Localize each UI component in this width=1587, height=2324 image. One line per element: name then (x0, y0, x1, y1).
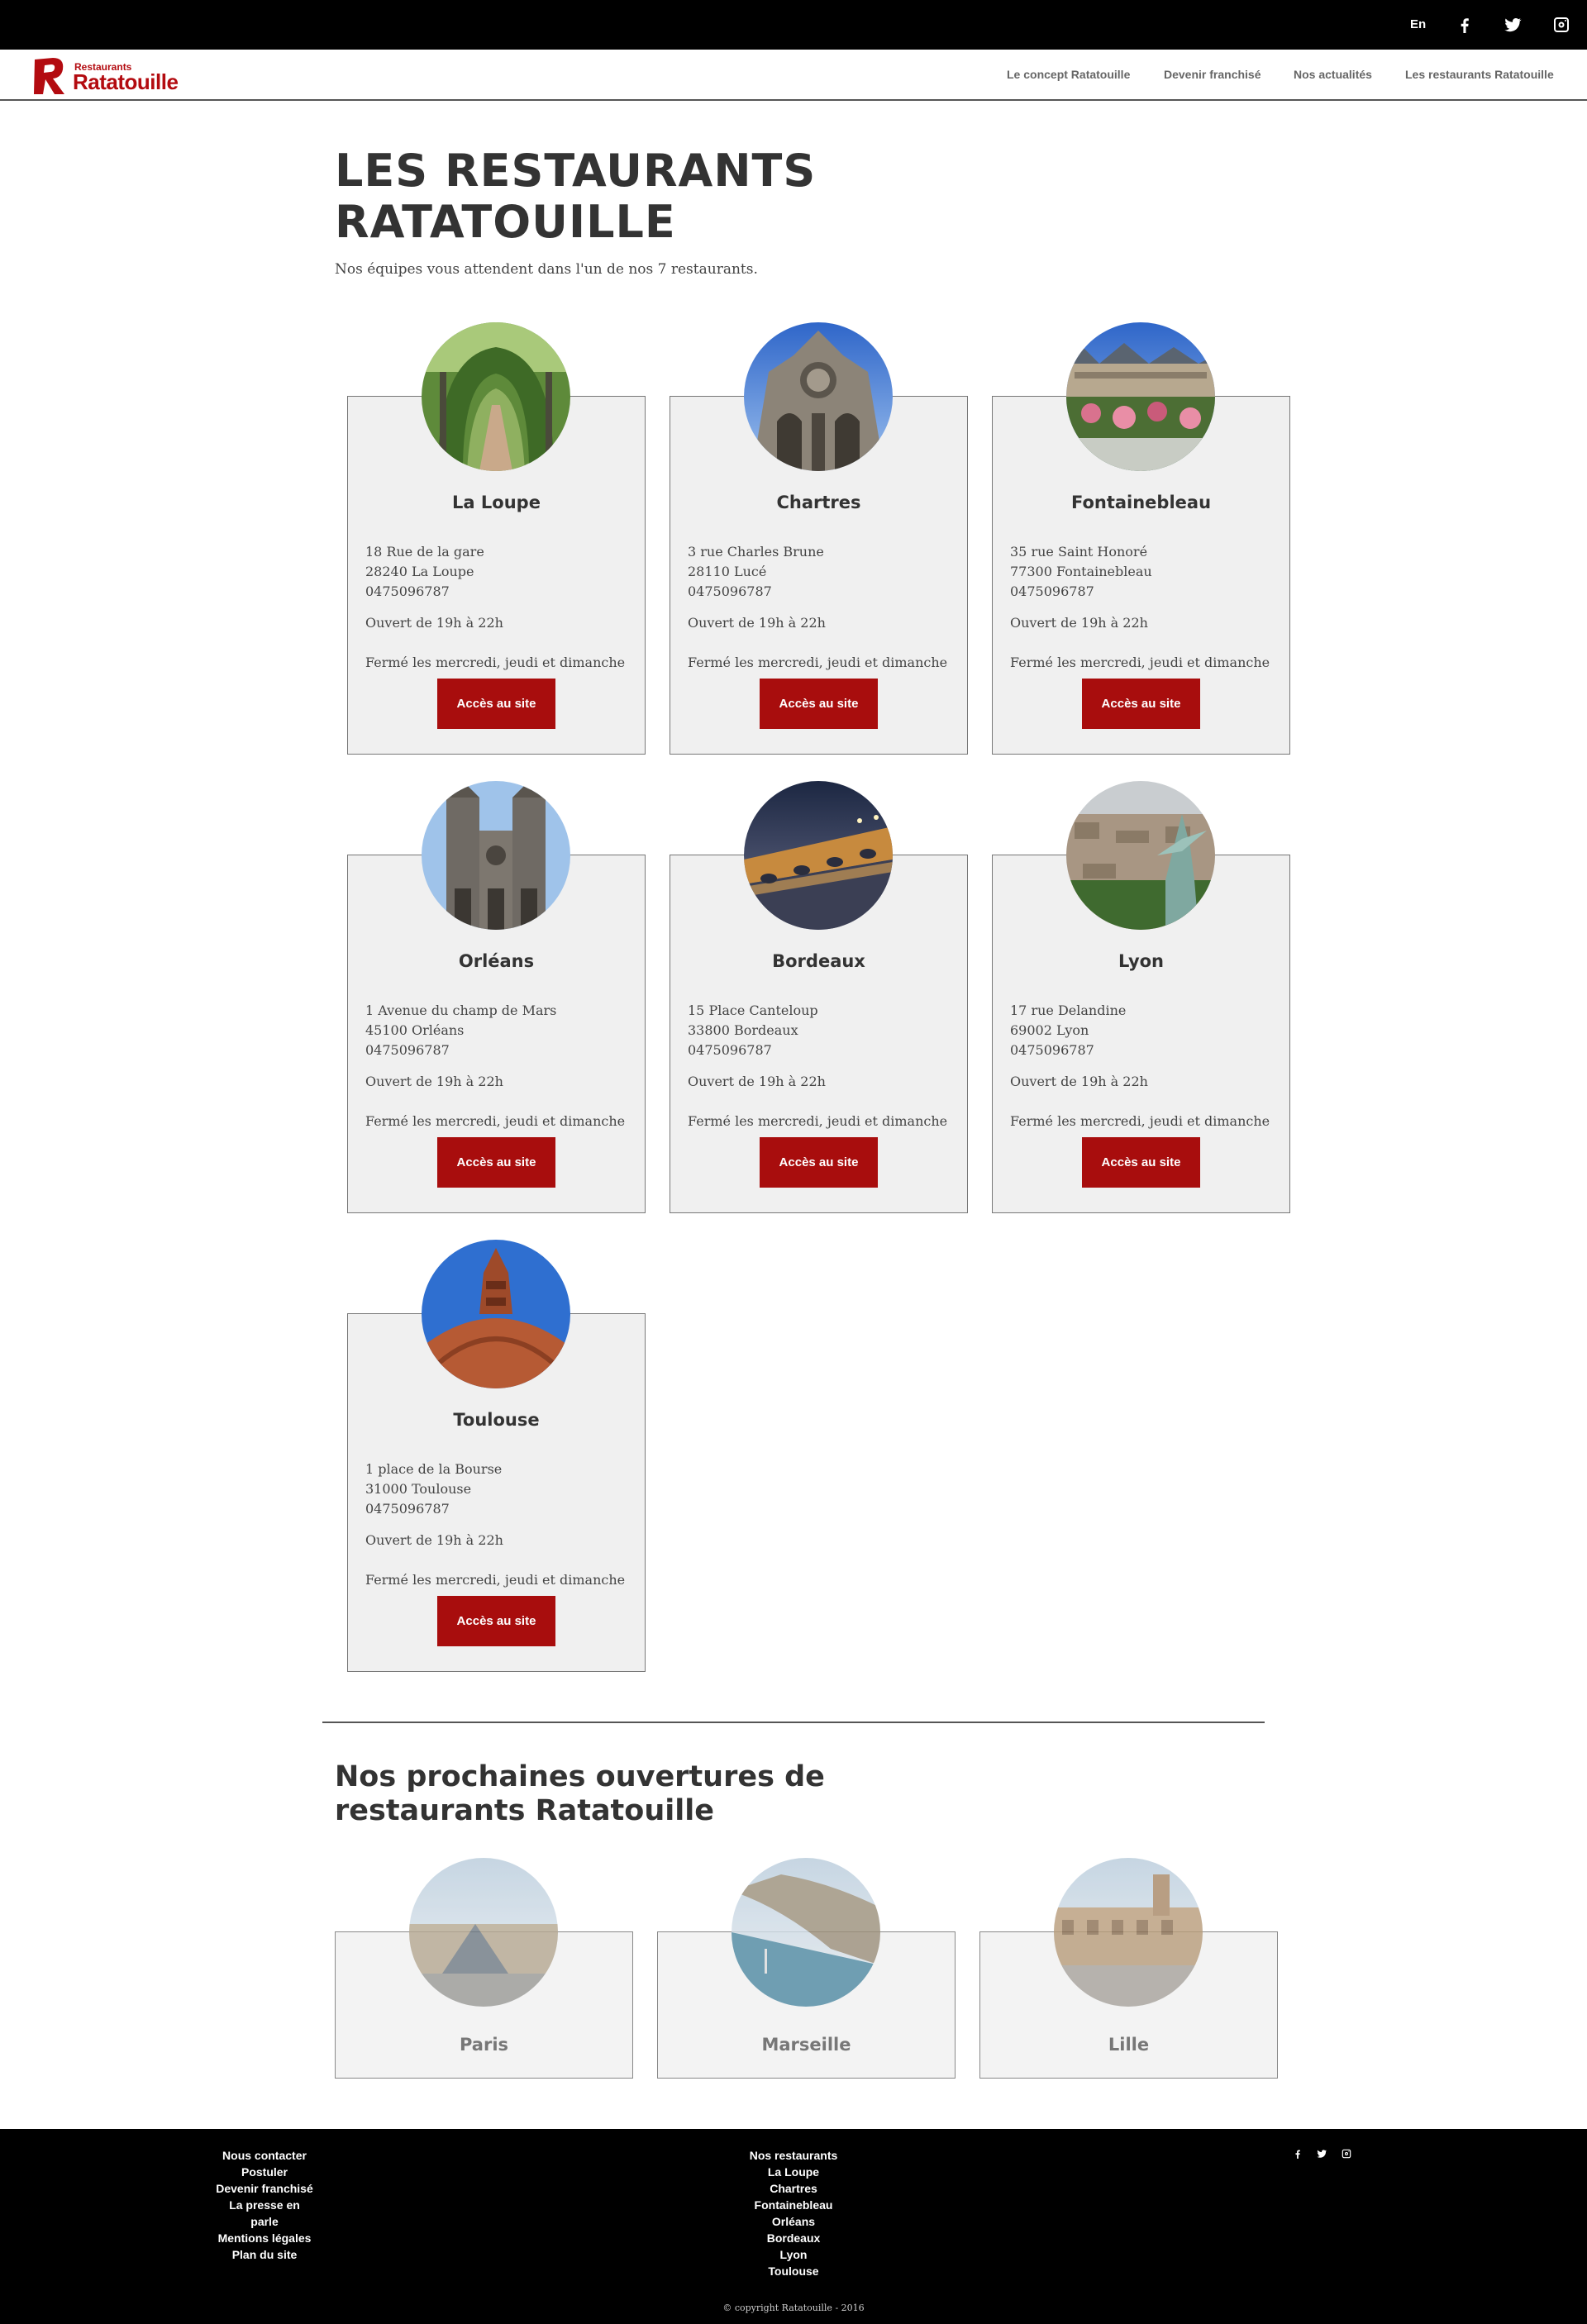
site-access-button[interactable]: Accès au site (437, 1596, 555, 1646)
footer-link[interactable]: La presse en parle (215, 2197, 314, 2230)
restaurant-name: Bordeaux (772, 951, 865, 971)
orleans-cathedral-photo (422, 781, 570, 930)
site-access-button[interactable]: Accès au site (1082, 679, 1200, 729)
restaurant-name: Fontainebleau (1070, 493, 1212, 512)
restaurant-hours: Ouvert de 19h à 22h (365, 1074, 503, 1089)
footer-link[interactable]: Plan du site (215, 2246, 314, 2263)
facebook-icon[interactable] (1292, 2147, 1303, 2159)
restaurant-address: 35 rue Saint Honoré 77300 Fontainebleau 04… (1010, 544, 1152, 599)
copyright: © copyright Ratatouille - 2016 (722, 2303, 865, 2313)
restaurant-name: Chartres (776, 493, 861, 512)
chateau-flowers-photo (1066, 322, 1215, 471)
restaurant-name: Toulouse (453, 1410, 540, 1430)
restaurant-name: La Loupe (452, 493, 541, 512)
restaurant-hours: Ouvert de 19h à 22h (688, 1074, 826, 1089)
site-access-button[interactable]: Accès au site (760, 1137, 878, 1188)
footer-link[interactable]: Mentions légales (215, 2230, 314, 2246)
restaurant-address: 1 place de la Bourse 31000 Toulouse 047509… (365, 1461, 503, 1517)
nav-news[interactable]: Nos actualités (1294, 68, 1372, 81)
top-bar: En (0, 0, 1587, 50)
nav-concept[interactable]: Le concept Ratatouille (1007, 68, 1130, 81)
footer-link[interactable]: Nos restaurants (744, 2147, 843, 2164)
restaurant-closed-days: Fermé les mercredi, jeudi et dimanche (688, 1113, 948, 1129)
instagram-icon[interactable] (1551, 15, 1571, 35)
restaurant-address: 17 rue Delandine 69002 Lyon 0475096787 (1010, 1002, 1127, 1058)
instagram-icon[interactable] (1341, 2147, 1352, 2159)
footer: Nous contacter Postuler Devenir franchis… (0, 2129, 1587, 2324)
site-access-button[interactable]: Accès au site (437, 679, 555, 729)
upcoming-city-name: Marseille (761, 2035, 851, 2055)
upcoming-city-name: Paris (459, 2035, 509, 2055)
restaurant-hours: Ouvert de 19h à 22h (688, 615, 826, 631)
nav-restaurants[interactable]: Les restaurants Ratatouille (1405, 68, 1554, 81)
footer-link[interactable]: Bordeaux (744, 2230, 843, 2246)
restaurant-hours: Ouvert de 19h à 22h (1010, 1074, 1148, 1089)
language-switch[interactable]: En (1410, 17, 1426, 31)
restaurant-closed-days: Fermé les mercredi, jeudi et dimanche (1010, 655, 1270, 670)
upcoming-title: Nos prochaines ouvertures de restaurants… (335, 1760, 825, 1827)
city-statue-photo (1066, 781, 1215, 930)
logo-title: Ratatouille (73, 69, 179, 94)
restaurant-address: 3 rue Charles Brune 28110 Lucé 0475096787 (688, 544, 824, 599)
bridge-night-photo (744, 781, 893, 930)
restaurant-closed-days: Fermé les mercredi, jeudi et dimanche (365, 655, 626, 670)
restaurant-name: Lyon (1118, 951, 1165, 971)
footer-link[interactable]: Fontainebleau (744, 2197, 843, 2213)
restaurant-hours: Ouvert de 19h à 22h (365, 615, 503, 631)
footer-link[interactable]: Chartres (744, 2180, 843, 2197)
site-access-button[interactable]: Accès au site (437, 1137, 555, 1188)
twitter-icon[interactable] (1503, 15, 1523, 35)
page-intro: Nos équipes vous attendent dans l'un de … (335, 261, 758, 278)
restaurant-address: 1 Avenue du champ de Mars 45100 Orléans 04… (365, 1002, 557, 1058)
footer-link[interactable]: Nous contacter (215, 2147, 314, 2164)
footer-link[interactable]: Devenir franchisé (215, 2180, 314, 2197)
footer-link[interactable]: Lyon (744, 2246, 843, 2263)
restaurant-closed-days: Fermé les mercredi, jeudi et dimanche (365, 1572, 626, 1588)
section-divider (322, 1722, 1265, 1723)
twitter-icon[interactable] (1316, 2147, 1327, 2159)
brick-basilica-photo (422, 1240, 570, 1388)
page-title: LES RESTAURANTS RATATOUILLE (335, 145, 817, 248)
nav-franchise[interactable]: Devenir franchisé (1164, 68, 1261, 81)
restaurant-closed-days: Fermé les mercredi, jeudi et dimanche (688, 655, 948, 670)
logo-r-icon (34, 58, 64, 94)
restaurant-hours: Ouvert de 19h à 22h (365, 1532, 503, 1548)
footer-link[interactable]: Postuler (215, 2164, 314, 2180)
site-access-button[interactable]: Accès au site (760, 679, 878, 729)
footer-links: Nous contacter Postuler Devenir franchis… (215, 2147, 314, 2263)
ratatouille-logo[interactable]: Restaurants Ratatouille (30, 55, 187, 98)
restaurant-address: 15 Place Canteloup 33800 Bordeaux 04750967… (688, 1002, 818, 1058)
cathedral-photo (744, 322, 893, 471)
restaurant-name: Orléans (458, 951, 535, 971)
footer-link[interactable]: La Loupe (744, 2164, 843, 2180)
facebook-icon[interactable] (1455, 15, 1475, 35)
upcoming-city-name: Lille (1108, 2035, 1150, 2055)
site-access-button[interactable]: Accès au site (1082, 1137, 1200, 1188)
grand-place-photo (1054, 1858, 1203, 2007)
louvre-photo (409, 1858, 558, 2007)
restaurant-closed-days: Fermé les mercredi, jeudi et dimanche (1010, 1113, 1270, 1129)
restaurant-hours: Ouvert de 19h à 22h (1010, 615, 1148, 631)
footer-link[interactable]: Toulouse (744, 2263, 843, 2279)
footer-link[interactable]: Orléans (744, 2213, 843, 2230)
footer-restaurants: Nos restaurants La Loupe Chartres Fontai… (744, 2147, 843, 2279)
restaurant-closed-days: Fermé les mercredi, jeudi et dimanche (365, 1113, 626, 1129)
calanque-photo (732, 1858, 880, 2007)
garden-arch-photo (422, 322, 570, 471)
restaurant-address: 18 Rue de la gare 28240 La Loupe 047509678… (365, 544, 484, 599)
main-nav: Restaurants Ratatouille Le concept Ratat… (0, 50, 1587, 101)
